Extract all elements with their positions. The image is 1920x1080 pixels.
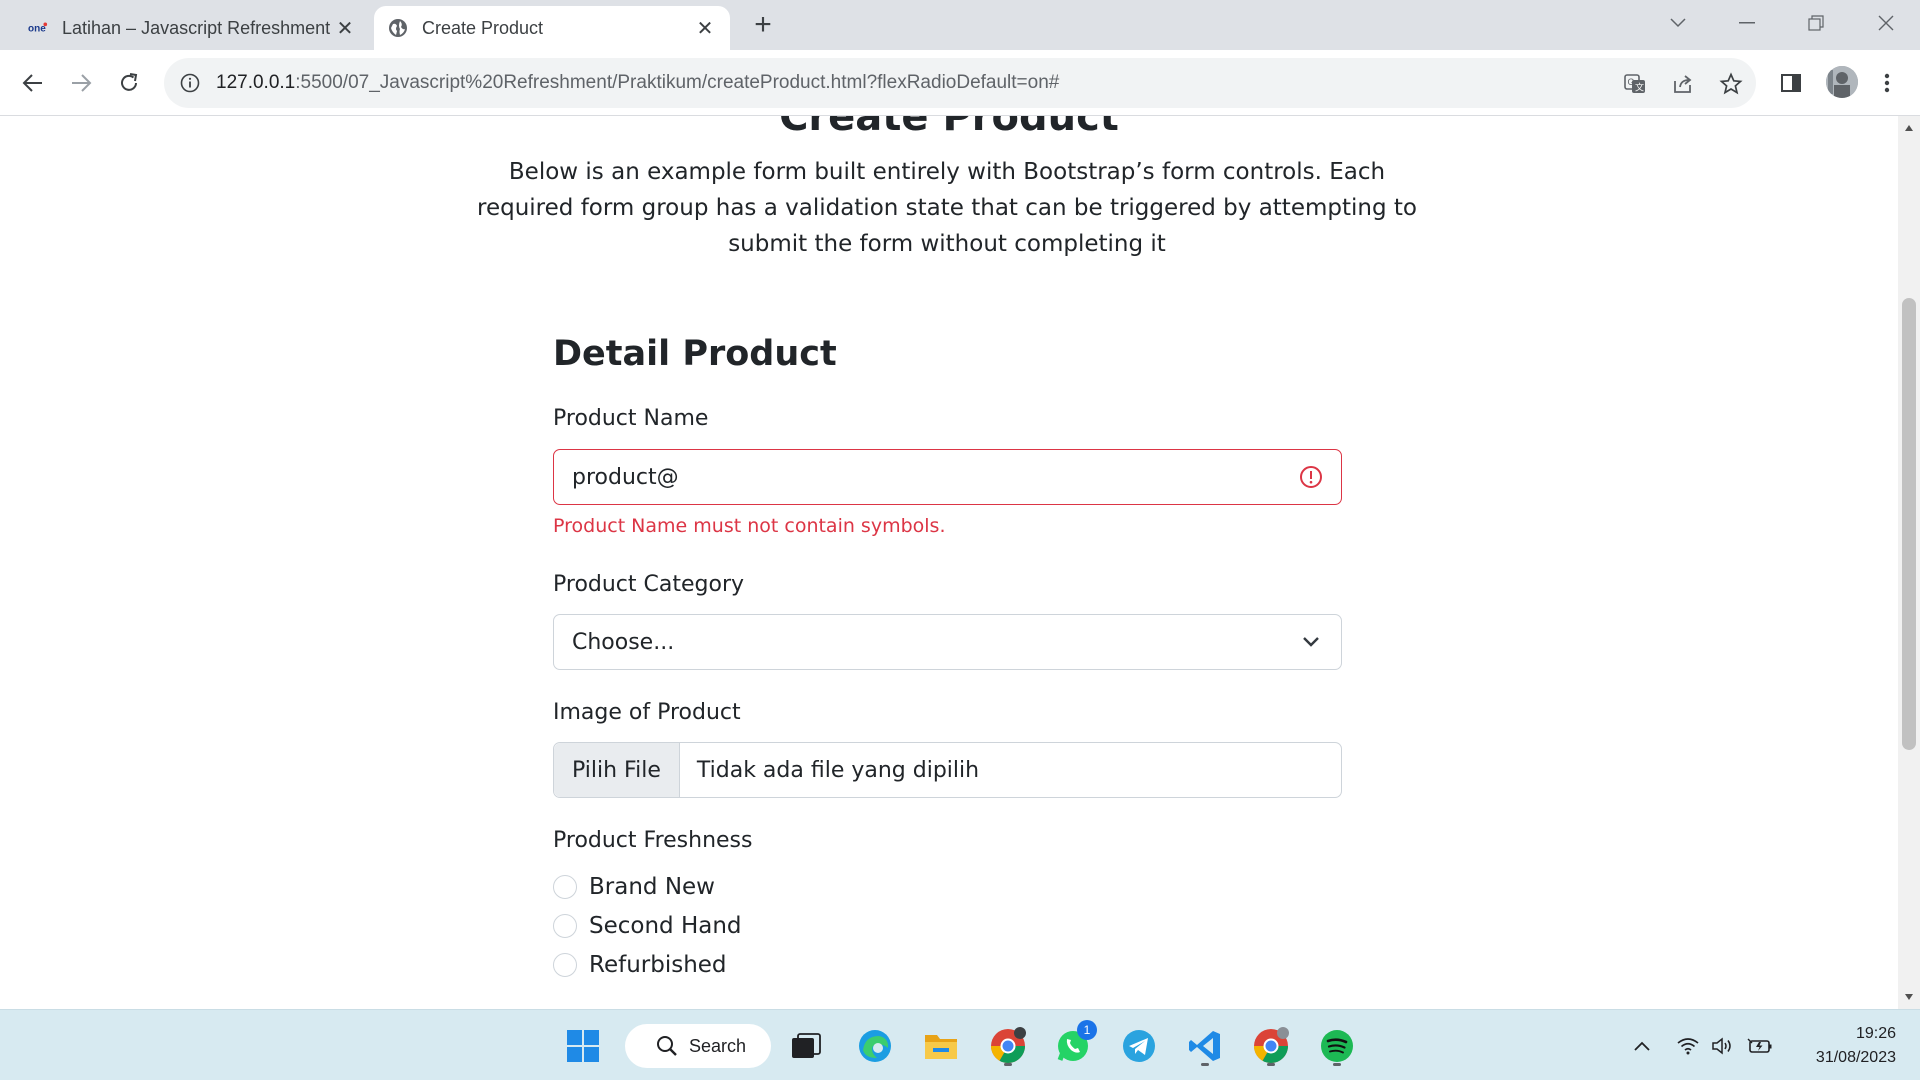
section-title: Detail Product	[553, 334, 837, 374]
page-scrollbar[interactable]	[1898, 116, 1920, 1009]
windows-start-icon[interactable]	[561, 1024, 605, 1068]
show-hidden-icons-chevron-icon[interactable]	[1628, 1032, 1656, 1060]
svg-text:one: one	[28, 24, 46, 35]
telegram-icon[interactable]	[1117, 1024, 1161, 1068]
minimize-icon[interactable]	[1727, 8, 1767, 38]
url-path: :5500/07_Javascript%20Refreshment/Prakti…	[295, 72, 1060, 93]
scroll-thumb[interactable]	[1902, 298, 1916, 750]
taskbar-clock[interactable]: 19:26 31/08/2023	[1786, 1022, 1896, 1070]
whatsapp-icon[interactable]: 1	[1051, 1020, 1097, 1068]
windows-taskbar: Search 1 19:26 31/08/2023	[0, 1009, 1920, 1080]
search-icon	[655, 1034, 679, 1058]
forward-arrow-icon[interactable]	[64, 66, 98, 100]
product-category-label: Product Category	[553, 572, 745, 597]
spotify-icon[interactable]	[1315, 1024, 1359, 1068]
product-category-selected: Choose...	[572, 629, 675, 655]
radio-circle[interactable]	[553, 953, 577, 977]
url-text: 127.0.0.1:5500/07_Javascript%20Refreshme…	[216, 72, 1059, 94]
clock-time: 19:26	[1855, 1025, 1896, 1042]
radio-refurbished[interactable]: Refurbished	[553, 952, 727, 978]
volume-icon[interactable]	[1709, 1032, 1737, 1060]
close-tab-icon[interactable]: ✕	[334, 17, 356, 40]
address-bar[interactable]: 127.0.0.1:5500/07_Javascript%20Refreshme…	[164, 58, 1756, 108]
product-name-error: Product Name must not contain symbols.	[553, 515, 946, 537]
radio-circle[interactable]	[553, 914, 577, 938]
translate-icon[interactable]: G文	[1622, 71, 1648, 97]
radio-brand-new[interactable]: Brand New	[553, 874, 715, 900]
file-explorer-icon[interactable]	[919, 1024, 963, 1068]
chrome-icon[interactable]	[986, 1024, 1030, 1068]
product-image-label: Image of Product	[553, 700, 741, 725]
side-panel-icon[interactable]	[1774, 66, 1808, 100]
tab-create-product[interactable]: Create Product ✕	[374, 6, 730, 50]
browser-tab-bar: one Latihan – Javascript Refreshment ✕ C…	[0, 0, 1920, 50]
error-exclamation-icon	[1297, 463, 1325, 491]
profile-avatar[interactable]	[1826, 66, 1858, 98]
scroll-up-arrow-icon[interactable]	[1903, 122, 1915, 134]
clock-date: 31/08/2023	[1815, 1049, 1896, 1066]
one-logo-icon: one	[28, 18, 48, 38]
more-menu-icon[interactable]	[1870, 66, 1904, 100]
running-indicator	[1333, 1063, 1341, 1066]
product-category-select[interactable]: Choose...	[553, 614, 1342, 670]
share-icon[interactable]	[1670, 71, 1696, 97]
radio-label: Brand New	[589, 874, 715, 900]
close-window-icon[interactable]	[1866, 8, 1906, 38]
radio-circle[interactable]	[553, 875, 577, 899]
running-indicator	[1004, 1063, 1012, 1066]
page-content: Create Product Below is an example form …	[0, 116, 1898, 1009]
search-label: Search	[689, 1035, 747, 1056]
product-freshness-label: Product Freshness	[553, 828, 753, 853]
choose-file-button[interactable]: Pilih File	[554, 743, 680, 797]
globe-icon	[388, 18, 408, 38]
chrome-profile-icon[interactable]	[1249, 1024, 1293, 1068]
chevron-down-icon	[1297, 628, 1325, 656]
product-name-value: product@	[572, 464, 679, 490]
tab-title: Latihan – Javascript Refreshment	[62, 17, 331, 38]
file-status-text: Tidak ada file yang dipilih	[696, 757, 980, 783]
edge-browser-icon[interactable]	[853, 1024, 897, 1068]
battery-icon[interactable]	[1746, 1032, 1774, 1060]
reload-icon[interactable]	[112, 66, 146, 100]
browser-toolbar: 127.0.0.1:5500/07_Javascript%20Refreshme…	[0, 50, 1920, 116]
lead-paragraph: Below is an example form built entirely …	[477, 159, 1417, 257]
tab-title: Create Product	[422, 17, 544, 38]
task-view-icon[interactable]	[784, 1024, 828, 1068]
site-info-icon[interactable]	[178, 71, 202, 95]
scroll-down-arrow-icon[interactable]	[1903, 991, 1915, 1003]
radio-label: Second Hand	[589, 913, 742, 939]
new-tab-button[interactable]: +	[748, 10, 778, 40]
tab-search-chevron-icon[interactable]	[1658, 8, 1698, 38]
svg-text:G: G	[1628, 77, 1635, 87]
svg-text:文: 文	[1635, 82, 1644, 93]
restore-icon[interactable]	[1796, 8, 1836, 38]
product-image-file-input[interactable]: Pilih File Tidak ada file yang dipilih	[553, 742, 1342, 798]
running-indicator	[1267, 1063, 1275, 1066]
radio-label: Refurbished	[589, 952, 727, 978]
whatsapp-badge: 1	[1077, 1020, 1097, 1040]
bookmark-star-icon[interactable]	[1718, 71, 1744, 97]
running-indicator	[1201, 1063, 1209, 1066]
radio-second-hand[interactable]: Second Hand	[553, 913, 742, 939]
url-host: 127.0.0.1	[216, 72, 296, 93]
close-tab-icon[interactable]: ✕	[694, 17, 716, 40]
product-name-input[interactable]: product@	[553, 449, 1342, 505]
taskbar-search[interactable]: Search	[625, 1024, 771, 1068]
wifi-icon[interactable]	[1674, 1032, 1702, 1060]
page-heading: Create Product	[779, 116, 1119, 140]
vscode-icon[interactable]	[1183, 1024, 1227, 1068]
back-arrow-icon[interactable]	[16, 66, 50, 100]
product-name-label: Product Name	[553, 406, 709, 431]
tab-latihan[interactable]: one Latihan – Javascript Refreshment ✕	[14, 6, 370, 50]
